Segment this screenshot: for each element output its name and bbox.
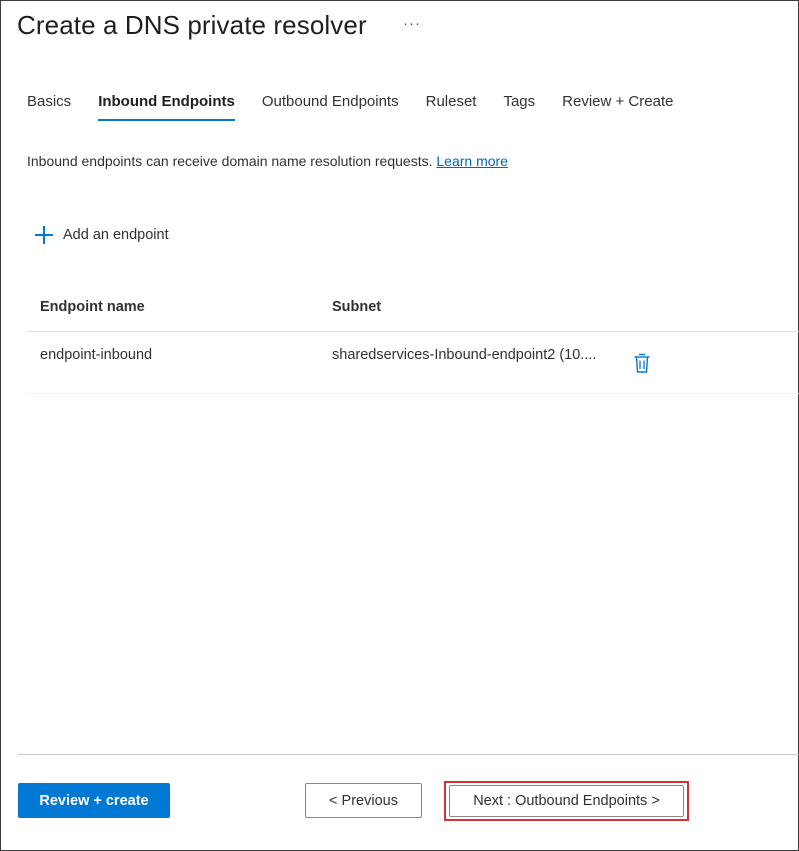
column-header-subnet[interactable]: Subnet [332,299,381,315]
add-endpoint-label: Add an endpoint [63,227,169,243]
description-body: Inbound endpoints can receive domain nam… [27,153,437,169]
tab-inbound-endpoints[interactable]: Inbound Endpoints [98,93,235,121]
description-text: Inbound endpoints can receive domain nam… [27,153,508,169]
tab-review-create[interactable]: Review + Create [562,93,673,121]
tab-outbound-endpoints[interactable]: Outbound Endpoints [262,93,399,121]
next-outbound-endpoints-button[interactable]: Next : Outbound Endpoints > [449,785,684,817]
page-title: Create a DNS private resolver [17,10,367,40]
previous-button[interactable]: < Previous [305,783,422,818]
review-create-button[interactable]: Review + create [18,783,170,818]
learn-more-link[interactable]: Learn more [436,153,508,169]
add-endpoint-button[interactable]: Add an endpoint [35,226,169,244]
endpoint-name-cell: endpoint-inbound [40,347,153,363]
delete-icon[interactable] [633,352,651,374]
column-header-endpoint-name[interactable]: Endpoint name [40,299,145,315]
endpoints-table: Endpoint name Subnet endpoint-inbound sh… [27,286,799,394]
dialog-frame: Create a DNS private resolver ··· Basics… [0,0,799,851]
plus-icon [35,226,53,244]
tab-tags[interactable]: Tags [503,93,535,121]
subnet-cell: sharedservices-Inbound-endpoint2 (10.... [332,347,597,363]
tab-ruleset[interactable]: Ruleset [426,93,477,121]
tab-basics[interactable]: Basics [27,93,71,121]
more-options-button[interactable]: ··· [403,15,421,32]
tab-bar: Basics Inbound Endpoints Outbound Endpoi… [27,93,673,121]
footer-divider [18,754,799,755]
table-header: Endpoint name Subnet [27,286,799,332]
table-row[interactable]: endpoint-inbound sharedservices-Inbound-… [27,332,799,394]
